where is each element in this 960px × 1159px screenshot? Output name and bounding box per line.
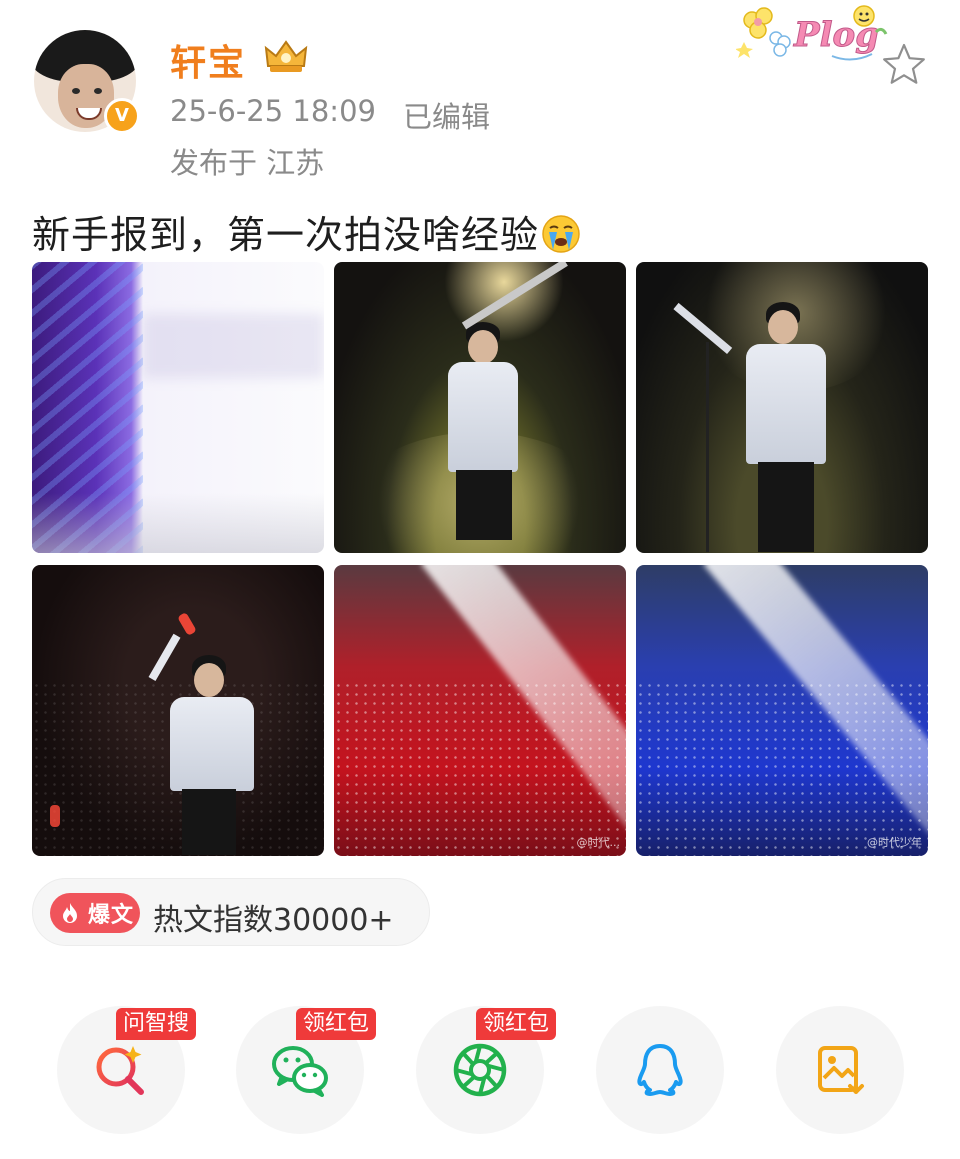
photo-5-watermark: @时代... bbox=[576, 836, 621, 849]
wechat-redpacket-tag: 领红包 bbox=[296, 1008, 377, 1040]
username[interactable]: 轩宝 bbox=[170, 34, 246, 86]
post-time: 25-6-25 18:09 bbox=[170, 94, 376, 128]
hot-tag: 爆文 bbox=[50, 893, 140, 933]
photo-1[interactable] bbox=[32, 262, 324, 553]
save-image-button[interactable] bbox=[776, 1006, 904, 1134]
favorite-star-icon[interactable] bbox=[880, 40, 928, 88]
photo-3[interactable] bbox=[636, 262, 928, 553]
moments-shutter-icon bbox=[453, 1043, 507, 1097]
save-image-icon bbox=[818, 1046, 864, 1094]
edited-label[interactable]: 已编辑 bbox=[403, 94, 490, 136]
hot-tag-label: 爆文 bbox=[88, 903, 135, 928]
ask-search-tag: 问智搜 bbox=[116, 1008, 197, 1040]
search-sparkle-icon bbox=[96, 1046, 144, 1095]
post-location: 发布于 江苏 bbox=[170, 146, 325, 180]
wechat-icon bbox=[272, 1046, 328, 1097]
flame-icon bbox=[63, 903, 77, 923]
photo-4[interactable] bbox=[32, 565, 324, 856]
post-text: 新手报到，第一次拍没啥经验 bbox=[32, 204, 581, 259]
weibo-post: V 轩宝 25-6-25 18:09 已编辑 发布于 江苏 Plog 新手报到，… bbox=[0, 0, 960, 1159]
plog-sticker-icon: Plog bbox=[736, 5, 888, 61]
photo-grid: @时代... @时代少年 bbox=[32, 262, 928, 856]
crying-face-emoji bbox=[542, 215, 580, 253]
post-text-content: 新手报到，第一次拍没啥经验 bbox=[32, 213, 540, 257]
photo-5[interactable]: @时代... bbox=[334, 565, 626, 856]
qq-share-button[interactable] bbox=[596, 1006, 724, 1134]
photo-6-watermark: @时代少年 bbox=[867, 836, 922, 849]
qq-penguin-icon bbox=[637, 1044, 683, 1096]
photo-6[interactable]: @时代少年 bbox=[636, 565, 928, 856]
verified-badge: V bbox=[104, 98, 140, 134]
moments-redpacket-tag: 领红包 bbox=[476, 1008, 557, 1040]
photo-2[interactable] bbox=[334, 262, 626, 553]
crown-icon bbox=[264, 40, 308, 72]
hot-index-text: 热文指数30000+ bbox=[153, 903, 394, 938]
